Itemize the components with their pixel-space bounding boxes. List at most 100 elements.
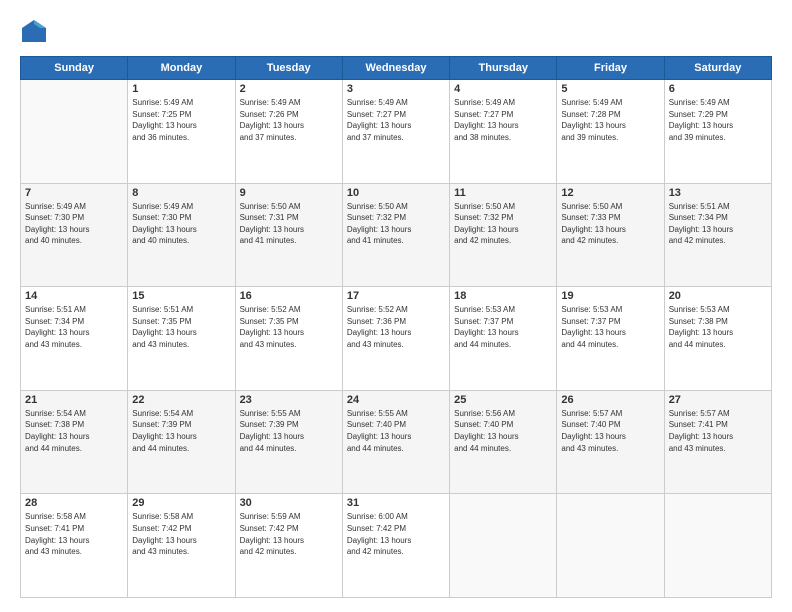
day-cell (557, 494, 664, 598)
calendar-table: SundayMondayTuesdayWednesdayThursdayFrid… (20, 56, 772, 598)
day-cell: 2 Sunrise: 5:49 AM Sunset: 7:26 PM Daylig… (235, 80, 342, 184)
day-info: Sunrise: 5:49 AM Sunset: 7:27 PM Dayligh… (347, 97, 445, 143)
day-number: 3 (347, 83, 445, 95)
day-info: Sunrise: 5:49 AM Sunset: 7:25 PM Dayligh… (132, 97, 230, 143)
day-number: 28 (25, 497, 123, 509)
day-info: Sunrise: 5:50 AM Sunset: 7:32 PM Dayligh… (454, 201, 552, 247)
day-info: Sunrise: 5:49 AM Sunset: 7:28 PM Dayligh… (561, 97, 659, 143)
day-cell: 29 Sunrise: 5:58 AM Sunset: 7:42 PM Dayli… (128, 494, 235, 598)
day-number: 27 (669, 394, 767, 406)
page: SundayMondayTuesdayWednesdayThursdayFrid… (0, 0, 792, 612)
week-row-4: 28 Sunrise: 5:58 AM Sunset: 7:41 PM Dayli… (21, 494, 772, 598)
day-number: 6 (669, 83, 767, 95)
day-info: Sunrise: 5:57 AM Sunset: 7:40 PM Dayligh… (561, 408, 659, 454)
day-cell: 25 Sunrise: 5:56 AM Sunset: 7:40 PM Dayli… (450, 390, 557, 494)
day-info: Sunrise: 5:49 AM Sunset: 7:30 PM Dayligh… (25, 201, 123, 247)
day-cell: 12Sunrise: 5:50 AM Sunset: 7:33 PM Dayli… (557, 183, 664, 287)
day-info: Sunrise: 5:50 AM Sunset: 7:31 PM Dayligh… (240, 201, 338, 247)
week-row-1: 7 Sunrise: 5:49 AM Sunset: 7:30 PM Daylig… (21, 183, 772, 287)
day-number: 2 (240, 83, 338, 95)
day-cell: 23 Sunrise: 5:55 AM Sunset: 7:39 PM Dayli… (235, 390, 342, 494)
day-number: 10 (347, 187, 445, 199)
day-header-thursday: Thursday (450, 57, 557, 80)
day-number: 31 (347, 497, 445, 509)
week-row-0: 1 Sunrise: 5:49 AM Sunset: 7:25 PM Daylig… (21, 80, 772, 184)
day-info: Sunrise: 5:51 AM Sunset: 7:35 PM Dayligh… (132, 304, 230, 350)
day-number: 4 (454, 83, 552, 95)
day-info: Sunrise: 5:52 AM Sunset: 7:35 PM Dayligh… (240, 304, 338, 350)
day-number: 1 (132, 83, 230, 95)
day-header-sunday: Sunday (21, 57, 128, 80)
day-number: 26 (561, 394, 659, 406)
day-cell: 24 Sunrise: 5:55 AM Sunset: 7:40 PM Dayli… (342, 390, 449, 494)
day-cell: 10 Sunrise: 5:50 AM Sunset: 7:32 PM Dayli… (342, 183, 449, 287)
day-number: 19 (561, 290, 659, 302)
day-number: 9 (240, 187, 338, 199)
day-info: Sunrise: 5:58 AM Sunset: 7:42 PM Dayligh… (132, 511, 230, 557)
day-cell: 4 Sunrise: 5:49 AM Sunset: 7:27 PM Daylig… (450, 80, 557, 184)
day-header-friday: Friday (557, 57, 664, 80)
day-info: Sunrise: 6:00 AM Sunset: 7:42 PM Dayligh… (347, 511, 445, 557)
day-info: Sunrise: 5:59 AM Sunset: 7:42 PM Dayligh… (240, 511, 338, 557)
day-info: Sunrise: 5:53 AM Sunset: 7:38 PM Dayligh… (669, 304, 767, 350)
day-info: Sunrise: 5:51 AM Sunset: 7:34 PM Dayligh… (669, 201, 767, 247)
day-info: Sunrise: 5:49 AM Sunset: 7:26 PM Dayligh… (240, 97, 338, 143)
day-info: Sunrise: 5:49 AM Sunset: 7:27 PM Dayligh… (454, 97, 552, 143)
day-number: 22 (132, 394, 230, 406)
day-number: 7 (25, 187, 123, 199)
day-info: Sunrise: 5:55 AM Sunset: 7:39 PM Dayligh… (240, 408, 338, 454)
day-cell: 3 Sunrise: 5:49 AM Sunset: 7:27 PM Daylig… (342, 80, 449, 184)
day-cell: 20 Sunrise: 5:53 AM Sunset: 7:38 PM Dayli… (664, 287, 771, 391)
day-number: 30 (240, 497, 338, 509)
day-cell: 1 Sunrise: 5:49 AM Sunset: 7:25 PM Daylig… (128, 80, 235, 184)
day-info: Sunrise: 5:50 AM Sunset: 7:32 PM Dayligh… (347, 201, 445, 247)
logo-icon (20, 18, 48, 46)
day-number: 21 (25, 394, 123, 406)
day-cell: 8Sunrise: 5:49 AM Sunset: 7:30 PM Daylig… (128, 183, 235, 287)
day-cell: 6Sunrise: 5:49 AM Sunset: 7:29 PM Daylig… (664, 80, 771, 184)
day-header-tuesday: Tuesday (235, 57, 342, 80)
day-info: Sunrise: 5:58 AM Sunset: 7:41 PM Dayligh… (25, 511, 123, 557)
day-number: 5 (561, 83, 659, 95)
week-row-3: 21 Sunrise: 5:54 AM Sunset: 7:38 PM Dayli… (21, 390, 772, 494)
week-row-2: 14 Sunrise: 5:51 AM Sunset: 7:34 PM Dayli… (21, 287, 772, 391)
day-cell: 5 Sunrise: 5:49 AM Sunset: 7:28 PM Daylig… (557, 80, 664, 184)
day-cell: 9 Sunrise: 5:50 AM Sunset: 7:31 PM Daylig… (235, 183, 342, 287)
day-cell: 26 Sunrise: 5:57 AM Sunset: 7:40 PM Dayli… (557, 390, 664, 494)
header (20, 18, 772, 46)
day-number: 24 (347, 394, 445, 406)
day-number: 29 (132, 497, 230, 509)
day-number: 13 (669, 187, 767, 199)
day-number: 16 (240, 290, 338, 302)
day-number: 15 (132, 290, 230, 302)
day-cell: 16 Sunrise: 5:52 AM Sunset: 7:35 PM Dayli… (235, 287, 342, 391)
day-info: Sunrise: 5:54 AM Sunset: 7:38 PM Dayligh… (25, 408, 123, 454)
day-info: Sunrise: 5:56 AM Sunset: 7:40 PM Dayligh… (454, 408, 552, 454)
day-number: 18 (454, 290, 552, 302)
day-cell: 7 Sunrise: 5:49 AM Sunset: 7:30 PM Daylig… (21, 183, 128, 287)
day-cell: 28 Sunrise: 5:58 AM Sunset: 7:41 PM Dayli… (21, 494, 128, 598)
day-number: 23 (240, 394, 338, 406)
day-info: Sunrise: 5:53 AM Sunset: 7:37 PM Dayligh… (561, 304, 659, 350)
day-cell (664, 494, 771, 598)
day-number: 14 (25, 290, 123, 302)
day-number: 20 (669, 290, 767, 302)
day-cell: 27 Sunrise: 5:57 AM Sunset: 7:41 PM Dayli… (664, 390, 771, 494)
day-cell: 21 Sunrise: 5:54 AM Sunset: 7:38 PM Dayli… (21, 390, 128, 494)
day-info: Sunrise: 5:55 AM Sunset: 7:40 PM Dayligh… (347, 408, 445, 454)
day-number: 17 (347, 290, 445, 302)
day-header-monday: Monday (128, 57, 235, 80)
day-cell: 18 Sunrise: 5:53 AM Sunset: 7:37 PM Dayli… (450, 287, 557, 391)
day-cell: 30 Sunrise: 5:59 AM Sunset: 7:42 PM Dayli… (235, 494, 342, 598)
day-info: Sunrise: 5:57 AM Sunset: 7:41 PM Dayligh… (669, 408, 767, 454)
day-info: Sunrise: 5:53 AM Sunset: 7:37 PM Dayligh… (454, 304, 552, 350)
day-cell (21, 80, 128, 184)
day-cell: 14 Sunrise: 5:51 AM Sunset: 7:34 PM Dayli… (21, 287, 128, 391)
day-number: 25 (454, 394, 552, 406)
day-cell: 31 Sunrise: 6:00 AM Sunset: 7:42 PM Dayli… (342, 494, 449, 598)
day-info: Sunrise: 5:49 AM Sunset: 7:30 PM Dayligh… (132, 201, 230, 247)
day-info: Sunrise: 5:51 AM Sunset: 7:34 PM Dayligh… (25, 304, 123, 350)
day-cell: 15 Sunrise: 5:51 AM Sunset: 7:35 PM Dayli… (128, 287, 235, 391)
day-header-saturday: Saturday (664, 57, 771, 80)
day-cell: 19 Sunrise: 5:53 AM Sunset: 7:37 PM Dayli… (557, 287, 664, 391)
